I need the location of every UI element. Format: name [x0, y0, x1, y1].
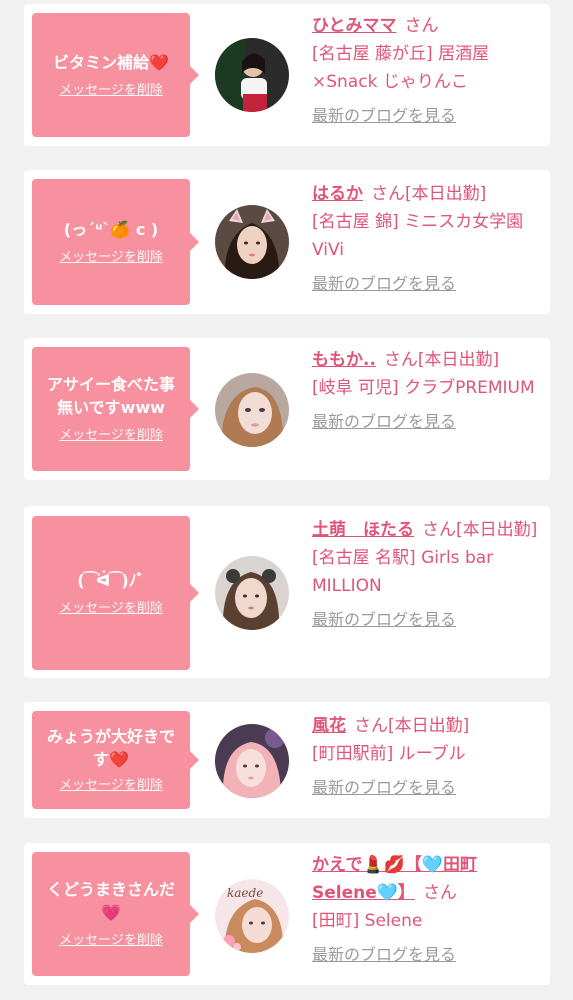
message-bubble: くどうまきさんだ💗 メッセージを削除	[32, 852, 199, 976]
shop-name: [田町] Selene	[312, 911, 423, 931]
latest-blog-link[interactable]: 最新のブログを見る	[312, 606, 540, 634]
svg-text:kaede: kaede	[227, 886, 263, 900]
delete-message-link[interactable]: メッセージを削除	[59, 82, 163, 100]
honorific: さん[本日出勤]	[354, 716, 470, 736]
message-bubble: みょうが大好きです❤️ メッセージを削除	[32, 711, 199, 809]
latest-blog-link[interactable]: 最新のブログを見る	[312, 102, 540, 130]
delete-message-link[interactable]: メッセージを削除	[59, 777, 163, 795]
latest-blog-link[interactable]: 最新のブログを見る	[312, 941, 540, 969]
avatar[interactable]: kaede	[215, 879, 289, 953]
delete-message-link[interactable]: メッセージを削除	[59, 600, 163, 618]
message-card: (っ´ᵘ`🍊 c ) メッセージを削除 はるか さん[本日出勤] [名古屋 錦] …	[24, 170, 550, 314]
profile-name-link[interactable]: 土萌 ほたる	[312, 520, 414, 540]
message-text: みょうが大好きです❤️	[46, 727, 175, 769]
latest-blog-link[interactable]: 最新のブログを見る	[312, 408, 540, 436]
latest-blog-link[interactable]: 最新のブログを見る	[312, 774, 540, 802]
message-bubble: アサイー食べた事無いですwww メッセージを削除	[32, 347, 199, 471]
message-text: アサイー食べた事無いですwww	[46, 375, 175, 417]
message-text: くどうまきさんだ💗	[46, 880, 175, 922]
avatar[interactable]	[215, 724, 289, 798]
message-card: アサイー食べた事無いですwww メッセージを削除 ももか.. さん[本日出勤] […	[24, 338, 550, 480]
delete-message-link[interactable]: メッセージを削除	[59, 932, 163, 950]
message-bubble: (っ´ᵘ`🍊 c ) メッセージを削除	[32, 179, 199, 305]
shop-name: [名古屋 錦] ミニスカ女学園ViVi	[312, 212, 524, 260]
profile-info: かえで💄💋【🩵田町Selene🩵】 さん [田町] Selene 最新のブログを見…	[312, 851, 540, 969]
profile-name-link[interactable]: 風花	[312, 716, 346, 736]
profile-name-link[interactable]: ひとみママ	[312, 16, 397, 36]
message-bubble: ( ͡ ᐛ ͡ )ﾉﾞ メッセージを削除	[32, 516, 199, 670]
message-list: ビタミン補給❤️ メッセージを削除 ひとみママ さん [名古屋 藤が丘] 居酒屋×…	[0, 0, 573, 1000]
honorific: さん[本日出勤]	[371, 184, 487, 204]
shop-name: [名古屋 藤が丘] 居酒屋×Snack じゃりんこ	[312, 44, 490, 92]
shop-name: [岐阜 可児] クラブPREMIUM	[312, 378, 535, 398]
message-text: ビタミン補給❤️	[53, 52, 169, 72]
profile-info: 風花 さん[本日出勤] [町田駅前] ルーブル 最新のブログを見る	[312, 712, 540, 802]
avatar[interactable]	[215, 373, 289, 447]
message-text: (っ´ᵘ`🍊 c )	[63, 219, 159, 239]
honorific: さん[本日出勤]	[422, 520, 538, 540]
avatar[interactable]	[215, 205, 289, 279]
shop-name: [名古屋 名駅] Girls bar MILLION	[312, 548, 494, 596]
honorific: さん[本日出勤]	[383, 350, 500, 370]
message-card: ビタミン補給❤️ メッセージを削除 ひとみママ さん [名古屋 藤が丘] 居酒屋×…	[24, 4, 550, 146]
shop-name: [町田駅前] ルーブル	[312, 744, 466, 764]
profile-info: はるか さん[本日出勤] [名古屋 錦] ミニスカ女学園ViVi 最新のブログを見…	[312, 180, 540, 298]
honorific: さん	[404, 16, 439, 36]
profile-name-link[interactable]: ももか..	[312, 350, 376, 370]
message-text: ( ͡ ᐛ ͡ )ﾉﾞ	[77, 570, 145, 590]
message-bubble: ビタミン補給❤️ メッセージを削除	[32, 13, 199, 137]
profile-name-link[interactable]: はるか	[312, 184, 363, 204]
profile-info: ももか.. さん[本日出勤] [岐阜 可児] クラブPREMIUM 最新のブログを…	[312, 346, 540, 436]
message-card: くどうまきさんだ💗 メッセージを削除 kaede かえで💄💋【🩵田町Selene…	[24, 843, 550, 985]
avatar[interactable]	[215, 556, 289, 630]
delete-message-link[interactable]: メッセージを削除	[59, 249, 163, 267]
honorific: さん	[422, 883, 457, 903]
message-card: ( ͡ ᐛ ͡ )ﾉﾞ メッセージを削除 土萌 ほたる さん[本日出勤] [名古屋…	[24, 506, 550, 678]
message-card: みょうが大好きです❤️ メッセージを削除 風花 さん[本日出勤] [町田駅前] ル…	[24, 702, 550, 818]
latest-blog-link[interactable]: 最新のブログを見る	[312, 270, 540, 298]
delete-message-link[interactable]: メッセージを削除	[59, 427, 163, 445]
profile-info: 土萌 ほたる さん[本日出勤] [名古屋 名駅] Girls bar MILLIO…	[312, 516, 540, 634]
profile-info: ひとみママ さん [名古屋 藤が丘] 居酒屋×Snack じゃりんこ 最新のブログ…	[312, 12, 540, 130]
avatar[interactable]	[215, 38, 289, 112]
